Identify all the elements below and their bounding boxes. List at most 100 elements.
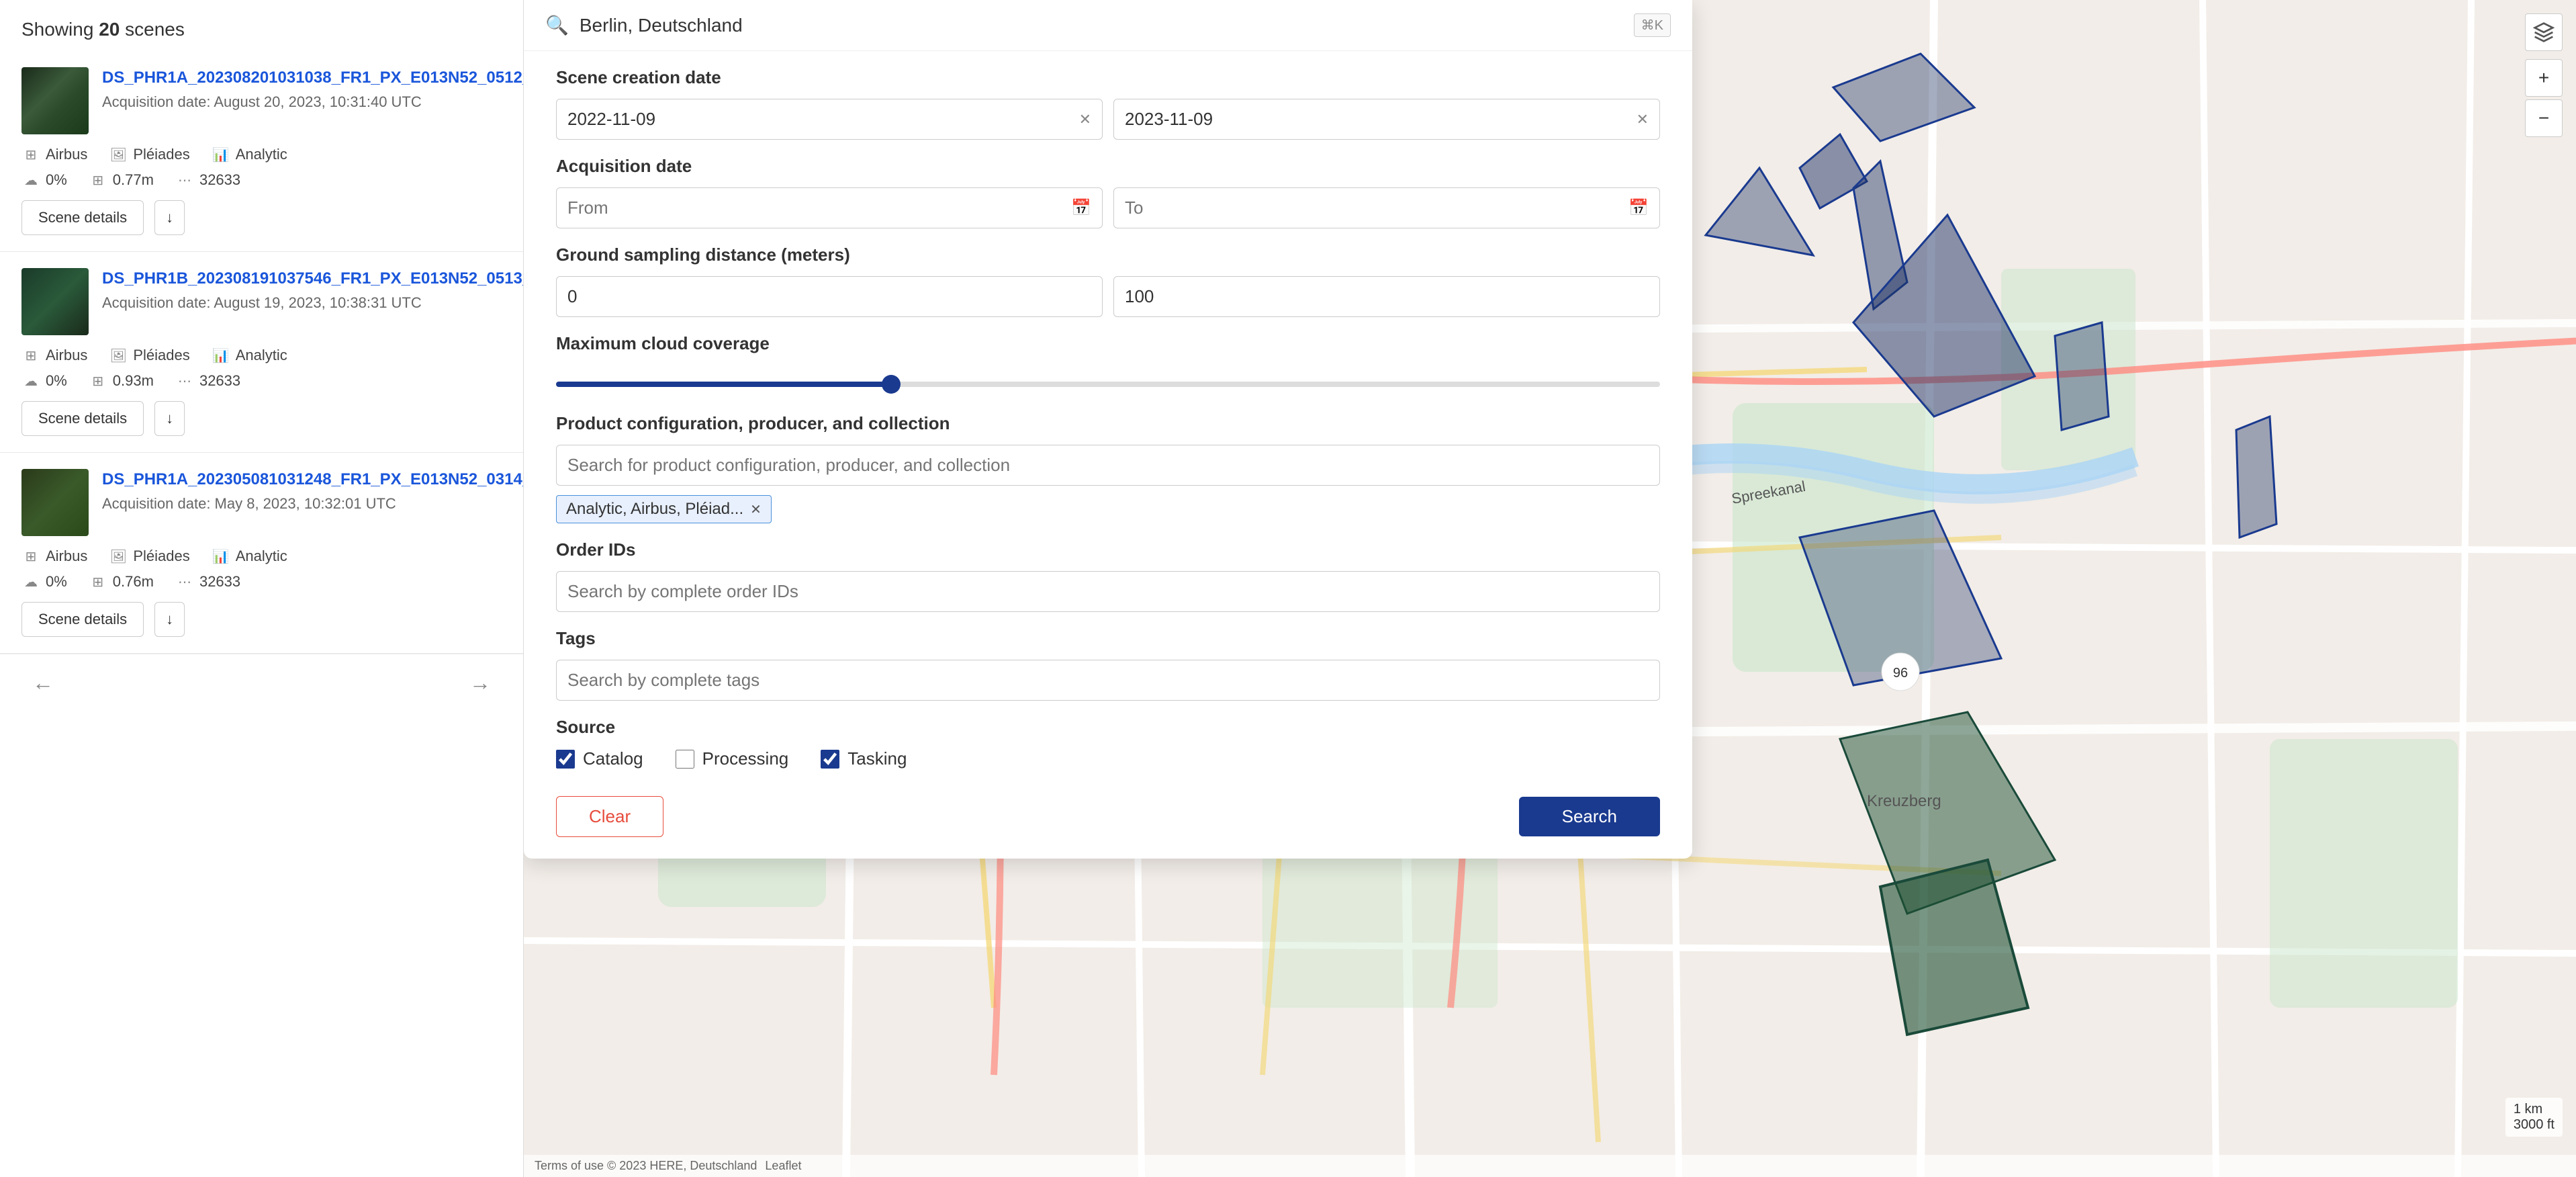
download-btn-2[interactable]: ↓: [154, 401, 185, 436]
catalog-checkbox[interactable]: [556, 750, 575, 769]
meta-res-1: ⊞ 0.77m: [89, 171, 154, 189]
meta-type-1: 📊 Analytic: [212, 145, 287, 164]
next-page-btn[interactable]: →: [459, 665, 502, 701]
zoom-out-btn[interactable]: −: [2525, 99, 2563, 137]
tasking-checkbox[interactable]: [821, 750, 839, 769]
scene-creation-date-section: Scene creation date ✕ ✕: [524, 51, 1692, 140]
scene-date-from-clear[interactable]: ✕: [1079, 111, 1091, 128]
product-tag-remove-btn[interactable]: ✕: [750, 501, 762, 518]
scene-actions-2: Scene details ↓: [21, 401, 502, 436]
tags-label: Tags: [556, 628, 1660, 649]
tags-section: Tags: [524, 612, 1692, 701]
keyboard-shortcut: ⌘K: [1634, 13, 1671, 37]
filter-footer: Clear Search: [524, 780, 1692, 837]
svg-text:Kreuzberg: Kreuzberg: [1867, 792, 1941, 810]
map-attribution: Terms of use © 2023 HERE, Deutschland Le…: [524, 1155, 2576, 1177]
cloud-coverage-slider[interactable]: [556, 382, 1660, 387]
search-button[interactable]: Search: [1519, 797, 1660, 836]
gsd-label: Ground sampling distance (meters): [556, 245, 1660, 265]
meta-type-3: 📊 Analytic: [212, 547, 287, 566]
catalog-checkbox-item[interactable]: Catalog: [556, 748, 643, 769]
scene-details-btn-3[interactable]: Scene details: [21, 602, 144, 637]
image-icon-2: 🖼: [109, 346, 128, 365]
scene-id-2: DS_PHR1B_202308191037546_FR1_PX_E013N52_…: [102, 268, 524, 289]
product-config-section: Product configuration, producer, and col…: [524, 397, 1692, 523]
cloud-slider-wrap: [556, 365, 1660, 397]
location-search-input[interactable]: [580, 15, 1623, 36]
meta-producer-3: ⊞ Airbus: [21, 547, 87, 566]
processing-checkbox-item[interactable]: Processing: [676, 748, 789, 769]
tags-input[interactable]: [556, 660, 1660, 701]
meta-cloud-3: ☁ 0%: [21, 572, 67, 591]
processing-checkbox[interactable]: [676, 750, 694, 769]
producer-label-1: Airbus: [46, 146, 87, 163]
product-search-input[interactable]: [556, 445, 1660, 486]
acq-to-wrap: 📅: [1113, 187, 1660, 228]
acq-date-row: 📅 📅: [556, 187, 1660, 228]
order-ids-label: Order IDs: [556, 539, 1660, 560]
scene-actions-1: Scene details ↓: [21, 200, 502, 235]
scene-meta-2: ⊞ Airbus 🖼 Pléiades 📊 Analytic: [21, 346, 502, 365]
zoom-in-btn[interactable]: +: [2525, 59, 2563, 97]
acq-from-input[interactable]: [567, 198, 1063, 218]
prev-page-btn[interactable]: ←: [21, 665, 64, 701]
grid-icon-3: ⊞: [21, 547, 40, 566]
date-row: ✕ ✕: [556, 99, 1660, 140]
dots-icon: ⋯: [175, 171, 194, 189]
scene-count: 20: [99, 19, 120, 40]
meta-grid-1: ⋯ 32633: [175, 171, 240, 189]
meta-collection-2: 🖼 Pléiades: [109, 346, 189, 365]
acquisition-date-label: Acquisition date: [556, 156, 1660, 177]
gsd-min-input[interactable]: [556, 276, 1103, 317]
scene-details-btn-1[interactable]: Scene details: [21, 200, 144, 235]
gsd-section: Ground sampling distance (meters): [524, 228, 1692, 317]
scale-3000ft: 3000 ft: [2514, 1117, 2555, 1133]
scene-acq-date-2: Acquisition date: August 19, 2023, 10:38…: [102, 294, 524, 312]
map-layers-btn[interactable]: [2525, 13, 2563, 51]
search-bar-row: 🔍 ⌘K: [524, 0, 1692, 51]
meta-grid-2: ⋯ 32633: [175, 372, 240, 390]
gsd-max-input[interactable]: [1113, 276, 1660, 317]
showing-header: Showing 20 scenes: [0, 0, 523, 51]
scene-date-to-clear[interactable]: ✕: [1637, 111, 1649, 128]
map-area: Torstraße Spree Luisenstr. Spreekanal Ti…: [524, 0, 2576, 1177]
grid-label-1: 32633: [199, 171, 240, 189]
product-tag-label: Analytic, Airbus, Pléiad...: [566, 500, 743, 519]
order-ids-input[interactable]: [556, 571, 1660, 612]
scene-date-to-input[interactable]: [1125, 109, 1628, 130]
meta-collection-3: 🖼 Pléiades: [109, 547, 189, 566]
cloud-icon: ☁: [21, 171, 40, 189]
chart-icon-3: 📊: [212, 547, 230, 566]
acquisition-date-section: Acquisition date 📅 📅: [524, 140, 1692, 228]
filter-panel: 🔍 ⌘K Scene creation date ✕ ✕ Acquisition…: [524, 0, 1692, 859]
scene-date-from-input[interactable]: [567, 109, 1071, 130]
scene-info-1: DS_PHR1A_202308201031038_FR1_PX_E013N52_…: [102, 67, 524, 111]
cal-from-icon: 📅: [1071, 198, 1091, 218]
scene-info-3: DS_PHR1A_202305081031248_FR1_PX_E013N52_…: [102, 469, 524, 513]
acq-to-input[interactable]: [1125, 198, 1620, 218]
scene-card-2: DS_PHR1B_202308191037546_FR1_PX_E013N52_…: [0, 252, 523, 453]
res-label-1: 0.77m: [113, 171, 154, 189]
meta-res-3: ⊞ 0.76m: [89, 572, 154, 591]
scene-meta-3b: ☁ 0% ⊞ 0.76m ⋯ 32633: [21, 572, 502, 591]
meta-grid-3: ⋯ 32633: [175, 572, 240, 591]
meta-producer-2: ⊞ Airbus: [21, 346, 87, 365]
download-btn-3[interactable]: ↓: [154, 602, 185, 637]
scene-card: DS_PHR1A_202308201031038_FR1_PX_E013N52_…: [0, 51, 523, 252]
nav-arrows: ← →: [0, 654, 523, 711]
res-icon: ⊞: [89, 171, 107, 189]
meta-type-2: 📊 Analytic: [212, 346, 287, 365]
cal-to-icon: 📅: [1628, 198, 1649, 218]
clear-button[interactable]: Clear: [556, 796, 663, 837]
catalog-label: Catalog: [583, 748, 643, 769]
scene-info-2: DS_PHR1B_202308191037546_FR1_PX_E013N52_…: [102, 268, 524, 312]
leaflet-label: Leaflet: [765, 1159, 801, 1173]
res-icon-2: ⊞: [89, 372, 107, 390]
meta-res-2: ⊞ 0.93m: [89, 372, 154, 390]
product-config-label: Product configuration, producer, and col…: [556, 413, 1660, 434]
scene-id-1: DS_PHR1A_202308201031038_FR1_PX_E013N52_…: [102, 67, 524, 88]
scene-details-btn-2[interactable]: Scene details: [21, 401, 144, 436]
image-icon-3: 🖼: [109, 547, 128, 566]
tasking-checkbox-item[interactable]: Tasking: [821, 748, 907, 769]
download-btn-1[interactable]: ↓: [154, 200, 185, 235]
